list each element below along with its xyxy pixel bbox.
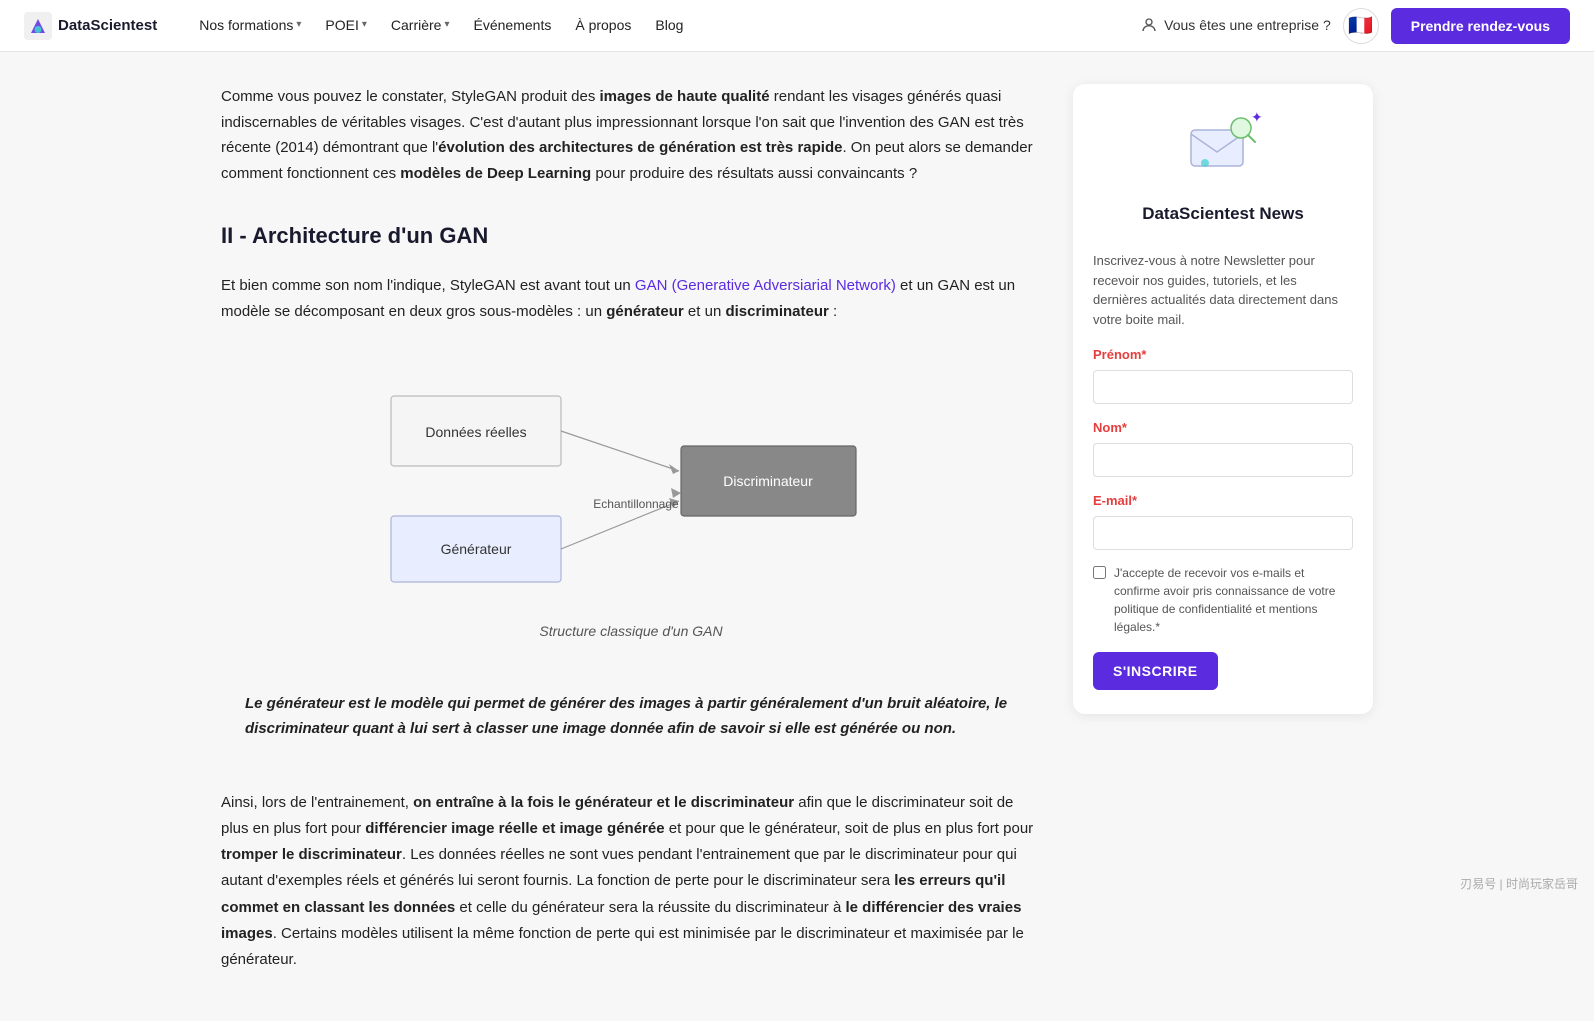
newsletter-icon: ✦ <box>1183 108 1263 188</box>
sidebar-title: DataScientest News <box>1142 200 1304 227</box>
enterprise-link[interactable]: Vous êtes une entreprise ? <box>1140 14 1331 36</box>
navbar: DataScientest Nos formations ▾ POEI ▾ Ca… <box>0 0 1594 52</box>
svg-text:Discriminateur: Discriminateur <box>723 473 813 489</box>
checkbox-row: J'accepte de recevoir vos e-mails et con… <box>1093 564 1353 636</box>
rdv-button[interactable]: Prendre rendez-vous <box>1391 8 1570 44</box>
nav-item-formations[interactable]: Nos formations ▾ <box>189 8 311 42</box>
svg-text:✦: ✦ <box>1251 109 1263 125</box>
section-heading: II - Architecture d'un GAN <box>221 218 1041 257</box>
page-layout: Comme vous pouvez le constater, StyleGAN… <box>197 52 1397 1021</box>
sidebar: ✦ DataScientest News Inscrivez-vous à no… <box>1073 84 1373 714</box>
form-group-nom: Nom* <box>1093 418 1353 477</box>
nav-item-poei[interactable]: POEI ▾ <box>315 8 377 42</box>
watermark: 刃易号 | 时尚玩家岳哥 <box>1460 875 1578 894</box>
main-content: Comme vous pouvez le constater, StyleGAN… <box>221 84 1041 989</box>
nav-item-blog[interactable]: Blog <box>645 8 693 42</box>
gan-blockquote: Le générateur est le modèle qui permet d… <box>221 671 1041 762</box>
newsletter-card: ✦ DataScientest News Inscrivez-vous à no… <box>1073 84 1373 714</box>
consent-checkbox[interactable] <box>1093 566 1106 579</box>
nav-item-carriere[interactable]: Carrière ▾ <box>381 8 460 42</box>
nom-input[interactable] <box>1093 443 1353 477</box>
chevron-down-icon: ▾ <box>362 17 367 33</box>
chevron-down-icon: ▾ <box>296 17 301 33</box>
nav-right: Vous êtes une entreprise ? 🇫🇷 Prendre re… <box>1140 8 1570 44</box>
body-paragraph: Ainsi, lors de l'entrainement, on entraî… <box>221 790 1041 974</box>
subscribe-button[interactable]: S'INSCRIRE <box>1093 652 1218 690</box>
prenom-input[interactable] <box>1093 370 1353 404</box>
prenom-label: Prénom* <box>1093 345 1353 366</box>
diagram-caption: Structure classique d'un GAN <box>539 620 722 642</box>
sidebar-header: ✦ DataScientest News <box>1093 108 1353 235</box>
diagram-container: Données réelles Générateur Discriminateu… <box>221 348 1041 642</box>
svg-text:Echantillonnage: Echantillonnage <box>593 497 679 511</box>
nav-item-evenements[interactable]: Événements <box>464 8 562 42</box>
svg-text:Générateur: Générateur <box>441 541 512 557</box>
form-group-email: E-mail* <box>1093 491 1353 550</box>
gan-link[interactable]: GAN (Generative Adversiarial Network) <box>635 277 896 294</box>
language-selector[interactable]: 🇫🇷 <box>1343 8 1379 44</box>
intro-paragraph: Comme vous pouvez le constater, StyleGAN… <box>221 84 1041 186</box>
logo-text: DataScientest <box>58 14 157 38</box>
sidebar-description: Inscrivez-vous à notre Newsletter pour r… <box>1093 251 1353 329</box>
nav-item-apropos[interactable]: À propos <box>565 8 641 42</box>
nav-links: Nos formations ▾ POEI ▾ Carrière ▾ Événe… <box>189 8 1140 42</box>
email-input[interactable] <box>1093 516 1353 550</box>
form-group-prenom: Prénom* <box>1093 345 1353 404</box>
email-label: E-mail* <box>1093 491 1353 512</box>
logo[interactable]: DataScientest <box>24 12 157 40</box>
diagram-svg: Données réelles Générateur Discriminateu… <box>343 348 919 612</box>
checkbox-label: J'accepte de recevoir vos e-mails et con… <box>1114 564 1353 636</box>
svg-text:Données réelles: Données réelles <box>425 424 526 440</box>
nom-label: Nom* <box>1093 418 1353 439</box>
section-paragraph-1: Et bien comme son nom l'indique, StyleGA… <box>221 273 1041 324</box>
chevron-down-icon: ▾ <box>444 17 449 33</box>
